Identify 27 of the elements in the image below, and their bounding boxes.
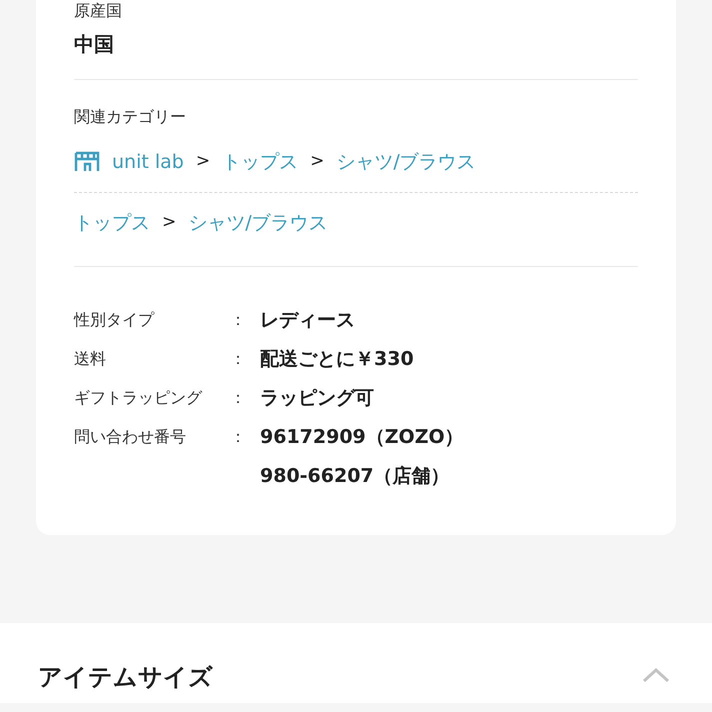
field-label: 原産国 xyxy=(74,0,123,22)
detail-label: 送料 xyxy=(74,348,107,370)
shop-link[interactable]: unit lab xyxy=(74,148,184,176)
colon-separator: ： xyxy=(230,426,247,448)
detail-label: 性別タイプ xyxy=(74,309,156,331)
category-link[interactable]: トップス xyxy=(222,148,298,176)
field-value: 中国 xyxy=(74,31,115,58)
section-label: 関連カテゴリー xyxy=(74,106,187,128)
category-link[interactable]: トップス xyxy=(74,209,150,237)
detail-value: レディース xyxy=(260,308,355,333)
detail-value: 配送ごとに￥330 xyxy=(260,347,414,372)
colon-separator: ： xyxy=(230,309,247,331)
breadcrumb-separator: > xyxy=(162,211,176,234)
collapse-toggle[interactable] xyxy=(642,667,670,683)
category-link[interactable]: シャツ/ブラウス xyxy=(188,209,328,237)
colon-separator: ： xyxy=(230,387,247,409)
colon-separator: ： xyxy=(230,348,247,370)
breadcrumb-separator: > xyxy=(310,150,324,174)
detail-value: 96172909（ZOZO） xyxy=(260,425,464,450)
breadcrumb-separator: > xyxy=(196,150,210,174)
category-link[interactable]: シャツ/ブラウス xyxy=(336,148,476,176)
detail-value: ラッピング可 xyxy=(260,386,374,411)
store-icon xyxy=(74,151,100,173)
detail-label: ギフトラッピング xyxy=(74,387,204,409)
detail-value: 980-66207（店舗） xyxy=(260,464,451,489)
section-title: アイテムサイズ xyxy=(38,662,213,693)
detail-label: 問い合わせ番号 xyxy=(74,426,187,448)
